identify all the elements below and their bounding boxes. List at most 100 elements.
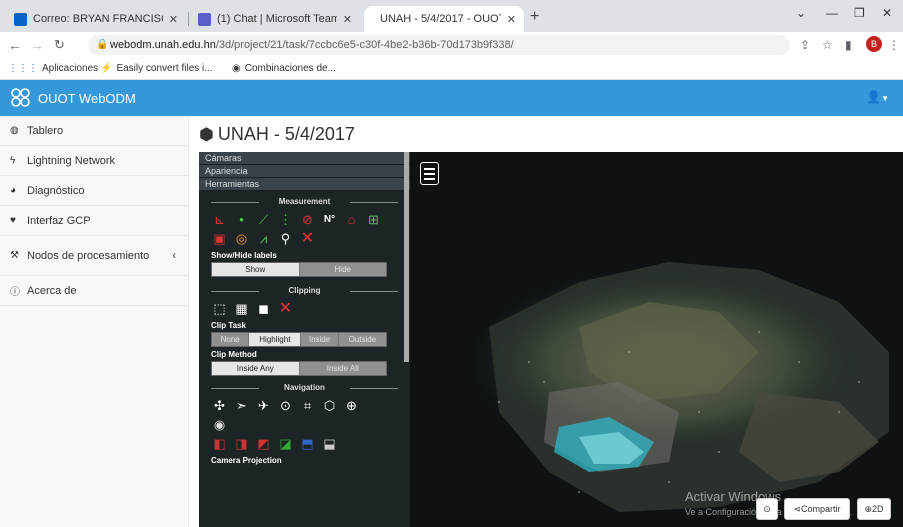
address-bar-row: ← → ↻ 🔒 webodm.unah.edu.hn/3d/project/21… bbox=[0, 32, 903, 58]
height-tool-icon[interactable]: ⋮ bbox=[277, 211, 294, 228]
annotation-tool-icon[interactable]: ⚲ bbox=[277, 230, 294, 247]
front-view-icon[interactable]: ◩ bbox=[255, 435, 272, 452]
volume-tool-icon[interactable]: ⊞ bbox=[365, 211, 382, 228]
apps-grid-icon: ⋮⋮⋮ bbox=[8, 63, 38, 74]
remove-measurements-icon[interactable]: ✕ bbox=[299, 230, 316, 247]
eye-icon[interactable]: ◉ bbox=[211, 416, 228, 433]
close-tab-icon[interactable]: ✕ bbox=[343, 13, 352, 26]
full-extent-icon[interactable]: ⬡ bbox=[321, 397, 338, 414]
sphere-volume-tool-icon[interactable]: ◎ bbox=[233, 230, 250, 247]
sidebar-item-acerca[interactable]: ⓘ Acerca de bbox=[0, 276, 188, 306]
bookmarks-bar: ⋮⋮⋮ Aplicaciones ⚡ Easily convert files … bbox=[0, 58, 903, 80]
earth-controls-icon[interactable]: ✣ bbox=[211, 397, 228, 414]
bookmark-convert[interactable]: ⚡ Easily convert files i... bbox=[100, 63, 213, 74]
back-icon[interactable]: ← bbox=[8, 37, 22, 53]
compass-icon[interactable]: ⊕ bbox=[343, 397, 360, 414]
azimuth-tool-icon[interactable]: N° bbox=[321, 211, 338, 228]
browser-tab-teams[interactable]: (1) Chat | Microsoft Teams ✕ bbox=[190, 6, 360, 32]
share-label: Compartir bbox=[801, 504, 841, 514]
camera-reset-button[interactable]: ⊙ bbox=[756, 498, 778, 520]
remove-clipping-icon[interactable]: ✕ bbox=[277, 300, 294, 317]
view-2d-button[interactable]: ⊕2D bbox=[857, 498, 891, 520]
point-tool-icon[interactable]: • bbox=[233, 211, 250, 228]
clip-box-icon[interactable]: ▦ bbox=[233, 300, 250, 317]
bottom-view-icon[interactable]: ⬓ bbox=[321, 435, 338, 452]
clip-volume-icon[interactable]: ◼ bbox=[255, 300, 272, 317]
map-marker-icon: ♥ bbox=[10, 215, 16, 226]
forward-icon[interactable]: → bbox=[30, 37, 44, 53]
sidebar-item-diagnostico[interactable]: ◕ Diagnóstico bbox=[0, 176, 188, 206]
view-cube-row: ◧ ◨ ◩ ◪ ⬒ ⬓ bbox=[199, 434, 410, 453]
browser-tab-outlook[interactable]: Correo: BRYAN FRANCISCO MAR ✕ bbox=[6, 6, 186, 32]
angle-tool-icon[interactable]: ⊾ bbox=[211, 211, 228, 228]
show-hide-labels-toggle: Show Hide bbox=[211, 262, 387, 277]
panel-scrollbar[interactable] bbox=[404, 152, 409, 362]
share-page-icon[interactable]: ⇪ bbox=[800, 38, 810, 52]
back-view-icon[interactable]: ◪ bbox=[277, 435, 294, 452]
tab-search-icon[interactable]: ⌄ bbox=[796, 6, 806, 20]
bookmark-combinaciones[interactable]: ◉ Combinaciones de... bbox=[232, 63, 336, 74]
clip-method-toggle: Inside Any Inside All bbox=[211, 361, 387, 376]
side-panel-icon[interactable]: ▮ bbox=[845, 38, 852, 52]
url-path: /3d/project/21/task/7ccbc6e5-c30f-4be2-b… bbox=[215, 39, 514, 51]
toggle-sidebar-menu-button[interactable] bbox=[420, 162, 439, 185]
clip-task-outside-button[interactable]: Outside bbox=[338, 333, 387, 346]
bookmark-label: Combinaciones de... bbox=[244, 63, 336, 74]
right-view-icon[interactable]: ◨ bbox=[233, 435, 250, 452]
distance-tool-icon[interactable]: ⟋ bbox=[255, 211, 272, 228]
clip-polygon-icon[interactable]: ⬚ bbox=[211, 300, 228, 317]
share-button[interactable]: ⋖Compartir bbox=[784, 498, 850, 520]
profile-tool-icon[interactable]: ⩘ bbox=[255, 230, 272, 247]
panel-header-camaras[interactable]: Cámaras bbox=[199, 152, 410, 165]
browser-menu-icon[interactable]: ⋮ bbox=[888, 38, 900, 52]
close-tab-icon[interactable]: ✕ bbox=[169, 13, 178, 26]
focus-icon[interactable]: ⌗ bbox=[299, 397, 316, 414]
clip-task-inside-button[interactable]: Inside bbox=[301, 333, 339, 346]
target-icon: ⊙ bbox=[763, 504, 771, 514]
potree-tools-panel: Cámaras Apariencia Herramientas Measurem… bbox=[199, 152, 410, 527]
clip-method-inside-all-button[interactable]: Inside All bbox=[299, 362, 386, 375]
sidebar-item-lightning[interactable]: ϟ Lightning Network bbox=[0, 146, 188, 176]
helicopter-controls-icon[interactable]: ✈ bbox=[255, 397, 272, 414]
fly-controls-icon[interactable]: ➣ bbox=[233, 397, 250, 414]
reload-icon[interactable]: ↻ bbox=[54, 37, 65, 53]
camera-projection-label: Camera Projection bbox=[211, 456, 282, 465]
tab-title: UNAH - 5/4/2017 - OUOT WebO bbox=[380, 13, 501, 25]
sidebar-item-label: Lightning Network bbox=[27, 154, 116, 167]
sidebar-item-nodos[interactable]: ⚒ Nodos de procesamiento ‹ bbox=[0, 236, 188, 276]
3d-viewer[interactable]: Cámaras Apariencia Herramientas Measurem… bbox=[199, 152, 903, 527]
close-window-icon[interactable]: ✕ bbox=[882, 6, 892, 20]
bookmark-star-icon[interactable]: ☆ bbox=[822, 38, 833, 52]
bolt-icon: ⚡ bbox=[100, 63, 113, 74]
left-view-icon[interactable]: ◧ bbox=[211, 435, 228, 452]
info-icon: ⓘ bbox=[10, 287, 20, 298]
clip-task-highlight-button[interactable]: Highlight bbox=[249, 333, 302, 346]
user-menu-button[interactable]: 👤▼ bbox=[866, 90, 889, 104]
measurement-tools-row-1: ⊾ • ⟋ ⋮ ⊘ N° ⌂ ⊞ bbox=[199, 210, 410, 229]
minimize-icon[interactable]: — bbox=[826, 6, 838, 20]
profile-avatar[interactable]: B bbox=[866, 36, 882, 52]
sidebar-item-gcp[interactable]: ♥ Interfaz GCP bbox=[0, 206, 188, 236]
panel-header-apariencia[interactable]: Apariencia bbox=[199, 165, 410, 178]
circle-tool-icon[interactable]: ⊘ bbox=[299, 211, 316, 228]
top-view-icon[interactable]: ⬒ bbox=[299, 435, 316, 452]
box-volume-tool-icon[interactable]: ▣ bbox=[211, 230, 228, 247]
browser-tab-strip: Correo: BRYAN FRANCISCO MAR ✕ (1) Chat |… bbox=[0, 0, 903, 32]
clip-method-inside-any-button[interactable]: Inside Any bbox=[212, 362, 300, 375]
sidebar-item-label: Nodos de procesamiento bbox=[27, 249, 150, 262]
close-tab-icon[interactable]: ✕ bbox=[507, 13, 516, 26]
show-labels-button[interactable]: Show bbox=[212, 263, 300, 276]
url-input[interactable]: 🔒 webodm.unah.edu.hn/3d/project/21/task/… bbox=[88, 35, 790, 55]
bookmark-apps[interactable]: ⋮⋮⋮ Aplicaciones bbox=[8, 63, 98, 74]
clip-task-none-button[interactable]: None bbox=[212, 333, 250, 346]
panel-header-herramientas[interactable]: Herramientas bbox=[199, 178, 410, 191]
area-tool-icon[interactable]: ⌂ bbox=[343, 211, 360, 228]
brand-link[interactable]: OUOT WebODM bbox=[10, 88, 136, 108]
browser-tab-webodm[interactable]: UNAH - 5/4/2017 - OUOT WebO ✕ bbox=[364, 6, 524, 32]
restore-icon[interactable]: ❐ bbox=[854, 6, 865, 20]
new-tab-button[interactable]: + bbox=[530, 8, 539, 26]
orbit-controls-icon[interactable]: ⊙ bbox=[277, 397, 294, 414]
clipping-tools-row: ⬚ ▦ ◼ ✕ bbox=[199, 299, 410, 318]
sidebar-item-tablero[interactable]: ◍ Tablero bbox=[0, 116, 188, 146]
hide-labels-button[interactable]: Hide bbox=[299, 263, 386, 276]
